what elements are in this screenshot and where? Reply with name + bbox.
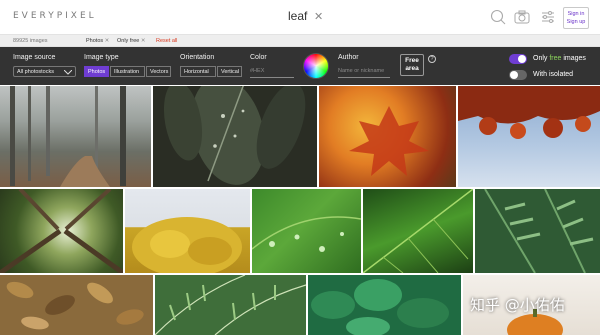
photo-yellow-tree[interactable] [125,189,250,273]
image-type-photos[interactable]: Photos [84,66,109,77]
with-isolated-toggle[interactable] [509,70,527,80]
auth-box: Sign in Sign up [563,7,589,29]
red-leaves-graphic [458,86,600,139]
color-wheel-picker[interactable] [303,53,329,79]
leaf-veins-graphic [363,189,473,273]
image-source-label: Image source [13,54,56,61]
free-area-button[interactable]: Free area [400,54,424,76]
yellow-crown-graphic [132,217,242,273]
only-free-toggle[interactable] [509,54,527,64]
photo-tall-trees[interactable] [0,189,123,273]
clear-search-icon[interactable]: ✕ [314,10,323,23]
toggle-knob [518,55,526,63]
logo[interactable]: EVERYPIXEL [13,11,97,21]
chip-label: Photos [86,38,104,44]
chevron-down-icon [64,70,72,75]
color-input-underline [250,77,294,78]
result-count: 89925 images [13,38,48,44]
image-type-illustration[interactable]: Illustration [110,66,145,77]
orientation-horizontal[interactable]: Horizontal [180,66,216,77]
toggle-knob [510,71,518,79]
filter-chip-only-free[interactable]: Only free ✕ [117,38,145,44]
photo-green-leaves[interactable] [308,275,461,335]
chip-remove-icon[interactable]: ✕ [141,38,146,44]
forest-trunks-graphic [10,86,126,187]
search-icon[interactable] [490,9,506,25]
photo-fern[interactable] [475,189,600,273]
author-input[interactable]: Name or nickname [338,68,384,74]
image-source-value: All photostocks [17,69,54,75]
drops-graphic [252,216,361,252]
maple-leaf-graphic [349,106,429,176]
fronds-graphic [155,275,306,335]
filter-chip-photos[interactable]: Photos ✕ [86,38,109,44]
image-type-vectors[interactable]: Vectors [146,66,171,77]
image-type-label: Image type [84,54,119,61]
chip-label: Only free [117,38,140,44]
filter-panel: Image source All photostocks Image type … [0,47,600,85]
fern-graphic [484,189,594,273]
only-free-label: Only free images [533,55,586,62]
help-icon[interactable]: ? [428,55,436,63]
photo-red-leaves-sky[interactable] [458,86,600,187]
round-leaves-graphic [311,279,449,335]
sign-up-link[interactable]: Sign up [564,18,588,26]
filters-icon[interactable] [540,9,556,25]
chip-remove-icon[interactable]: ✕ [105,38,110,44]
sign-in-link[interactable]: Sign in [564,10,588,18]
photo-green-leaf[interactable] [363,189,473,273]
photo-leaf-drops[interactable] [252,189,361,273]
camera-icon[interactable] [514,9,530,25]
color-hex-input[interactable]: #HEX [250,68,264,74]
color-label: Color [250,54,267,61]
tree-trunks-graphic [0,189,123,273]
with-isolated-label: With isolated [533,71,574,78]
orientation-label: Orientation [180,54,215,61]
photo-foggy-forest[interactable] [0,86,151,187]
dry-leaves-graphic [6,281,144,330]
photo-dry-leaves[interactable] [0,275,153,335]
author-label: Author [338,54,359,61]
photo-wet-leaves[interactable] [153,86,317,187]
orientation-vertical[interactable]: Vertical [217,66,242,77]
watermark-text: 知乎 @小佑佑 [470,296,565,314]
active-filters-bar: 89925 images Photos ✕ Only free ✕ Reset … [0,34,600,47]
wet-leaves-graphic [163,86,306,185]
photo-autumn-maple-leaf[interactable] [319,86,456,187]
top-header: EVERYPIXEL leaf ✕ Sign in Sign up [0,0,600,34]
image-source-select[interactable]: All photostocks [13,66,76,77]
photo-fern-fronds[interactable] [155,275,306,335]
search-query[interactable]: leaf [288,9,307,23]
author-input-underline [338,77,390,78]
reset-all-link[interactable]: Reset all [156,38,177,44]
